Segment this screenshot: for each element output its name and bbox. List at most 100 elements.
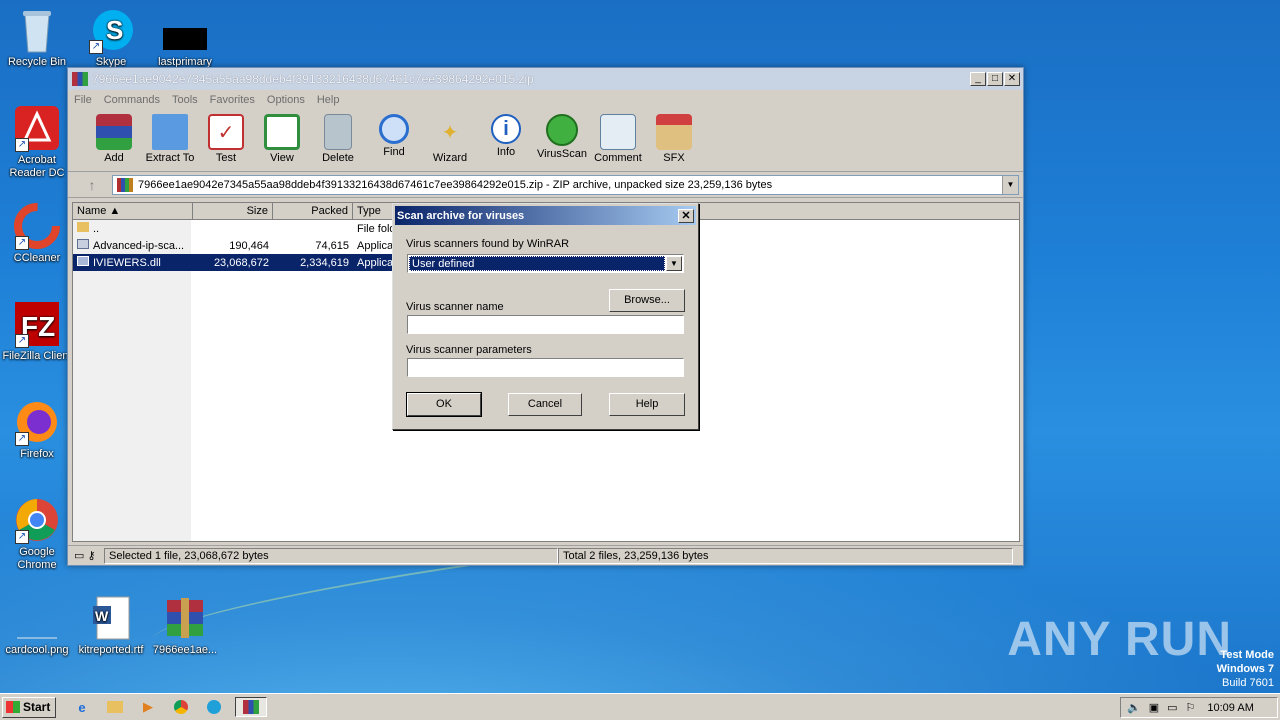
scanner-name-label: Virus scanner name	[406, 301, 504, 313]
desktop-icon-firefox[interactable]: ↗ Firefox	[0, 398, 74, 461]
toolbar-info-button[interactable]: i Info	[478, 110, 534, 171]
speaker-icon[interactable]: 🔈	[1127, 701, 1141, 714]
desktop-icon-lastprimary[interactable]: lastprimary	[148, 6, 222, 69]
view-book-icon	[264, 114, 300, 150]
desktop-icon-cardcool[interactable]: cardcool.png	[0, 594, 74, 657]
menu-file[interactable]: File	[74, 94, 92, 106]
explorer-icon[interactable]	[103, 697, 127, 717]
ok-button[interactable]: OK	[406, 392, 482, 417]
column-size[interactable]: Size	[193, 203, 273, 219]
test-mode-text: Test Mode Windows 7 Build 7601	[1216, 649, 1274, 689]
winrar-icon	[72, 72, 88, 86]
filezilla-icon: FZ ↗	[13, 300, 61, 348]
word-doc-icon: W	[87, 594, 135, 642]
chrome-icon[interactable]	[169, 697, 193, 717]
toolbar-wizard-button[interactable]: ✦ Wizard	[422, 110, 478, 171]
menu-bar: File Commands Tools Favorites Options He…	[68, 90, 1023, 110]
window-title: 7966ee1ae9042e7345a55aa98ddeb4f391332164…	[92, 72, 534, 86]
column-name[interactable]: Name ▲	[73, 203, 193, 219]
menu-tools[interactable]: Tools	[172, 94, 198, 106]
desktop-icon-skype[interactable]: S ↗ Skype	[74, 6, 148, 69]
winrar-archive-icon	[161, 594, 209, 642]
black-file-icon	[161, 6, 209, 54]
anyrun-watermark: ANY RUN	[1007, 613, 1232, 666]
scanners-label: Virus scanners found by WinRAR	[406, 238, 570, 250]
menu-commands[interactable]: Commands	[104, 94, 160, 106]
dialog-close-button[interactable]: ✕	[678, 208, 694, 223]
column-packed[interactable]: Packed	[273, 203, 353, 219]
desktop-icon-filezilla[interactable]: FZ ↗ FileZilla Client	[0, 300, 74, 363]
maximize-button[interactable]: □	[987, 72, 1003, 86]
desktop-icon-ccleaner[interactable]: ↗ CCleaner	[0, 202, 74, 265]
toolbar-find-button[interactable]: Find	[366, 110, 422, 171]
edge-icon[interactable]	[202, 697, 226, 717]
toolbar-sfx-button[interactable]: SFX	[646, 110, 702, 171]
desktop-icon-acrobat[interactable]: ↗ Acrobat Reader DC	[0, 104, 74, 180]
status-selected: Selected 1 file, 23,068,672 bytes	[104, 547, 558, 564]
start-button[interactable]: Start	[2, 696, 56, 718]
help-button[interactable]: Help	[609, 393, 685, 416]
toolbar-test-button[interactable]: ✓ Test	[198, 110, 254, 171]
find-magnifier-icon	[379, 114, 409, 144]
scanner-params-input[interactable]	[407, 358, 684, 377]
shortcut-arrow-icon: ↗	[15, 530, 29, 544]
toolbar-comment-button[interactable]: Comment	[590, 110, 646, 171]
dialog-titlebar[interactable]: Scan archive for viruses ✕	[395, 206, 696, 225]
scanners-select[interactable]: User defined ▼	[407, 254, 684, 273]
svg-text:W: W	[95, 608, 109, 624]
shortcut-arrow-icon: ↗	[15, 236, 29, 250]
toolbar-extract-button[interactable]: Extract To	[142, 110, 198, 171]
desktop-icon-kitreported[interactable]: W kitreported.rtf	[74, 594, 148, 657]
recycle-bin-icon	[13, 6, 61, 54]
desktop-icon-recycle-bin[interactable]: Recycle Bin	[0, 6, 74, 69]
scanner-name-input[interactable]	[407, 315, 684, 334]
chevron-down-icon[interactable]: ▼	[666, 256, 682, 271]
window-titlebar[interactable]: 7966ee1ae9042e7345a55aa98ddeb4f391332164…	[68, 68, 1023, 90]
desktop-icon-chrome[interactable]: ↗ Google Chrome	[0, 496, 74, 572]
up-arrow-button[interactable]: ↑	[72, 177, 112, 193]
minimize-button[interactable]: _	[970, 72, 986, 86]
ccleaner-icon: ↗	[13, 202, 61, 250]
scan-dialog: Scan archive for viruses ✕ Virus scanner…	[392, 203, 699, 430]
toolbar-virusscan-button[interactable]: VirusScan	[534, 110, 590, 171]
windows-logo-icon	[6, 701, 20, 713]
address-bar: ↑ 7966ee1ae9042e7345a55aa98ddeb4f3913321…	[68, 172, 1023, 198]
toolbar-view-button[interactable]: View	[254, 110, 310, 171]
comment-icon	[600, 114, 636, 150]
toolbar-add-button[interactable]: Add	[86, 110, 142, 171]
winrar-icon[interactable]	[235, 697, 267, 717]
file-row-iviewers[interactable]: IVIEWERS.dll 23,068,672 2,334,619 Applic…	[73, 254, 395, 271]
menu-favorites[interactable]: Favorites	[210, 94, 255, 106]
close-button[interactable]: ✕	[1004, 72, 1020, 86]
virusscan-bug-icon	[546, 114, 578, 146]
wizard-wand-icon: ✦	[441, 121, 459, 144]
firefox-icon: ↗	[13, 398, 61, 446]
address-dropdown-button[interactable]: ▼	[1002, 175, 1018, 194]
shortcut-arrow-icon: ↗	[15, 334, 29, 348]
media-player-icon[interactable]: ▶	[136, 697, 160, 717]
cancel-button[interactable]: Cancel	[508, 393, 582, 416]
flag-icon[interactable]: ⚐	[1186, 701, 1196, 714]
clock[interactable]: 10:09 AM	[1207, 702, 1253, 714]
status-total: Total 2 files, 23,259,136 bytes	[558, 547, 1013, 564]
browse-button[interactable]: Browse...	[609, 289, 685, 312]
add-icon	[96, 114, 132, 150]
test-clipboard-icon: ✓	[208, 114, 244, 150]
toolbar-delete-button[interactable]: Delete	[310, 110, 366, 171]
exe-file-icon	[77, 239, 89, 249]
folder-icon	[77, 222, 89, 232]
address-field[interactable]: 7966ee1ae9042e7345a55aa98ddeb4f391332164…	[112, 174, 1019, 195]
taskbar: Start e ▶ 🔈 ▣ ▭ ⚐ 10:09 AM	[0, 693, 1280, 720]
menu-options[interactable]: Options	[267, 94, 305, 106]
sfx-box-icon	[656, 114, 692, 150]
monitor-icon[interactable]: ▭	[1167, 701, 1177, 714]
ie-icon[interactable]: e	[70, 697, 94, 717]
chrome-icon: ↗	[13, 496, 61, 544]
network-icon[interactable]: ▣	[1149, 701, 1159, 714]
svg-text:S: S	[106, 15, 123, 45]
info-icon: i	[491, 114, 521, 144]
desktop-icon-archive[interactable]: 7966ee1ae...	[148, 594, 222, 657]
toolbar: Add Extract To ✓ Test View Delete Find ✦ W…	[68, 110, 1023, 172]
menu-help[interactable]: Help	[317, 94, 340, 106]
zip-icon	[117, 177, 133, 192]
